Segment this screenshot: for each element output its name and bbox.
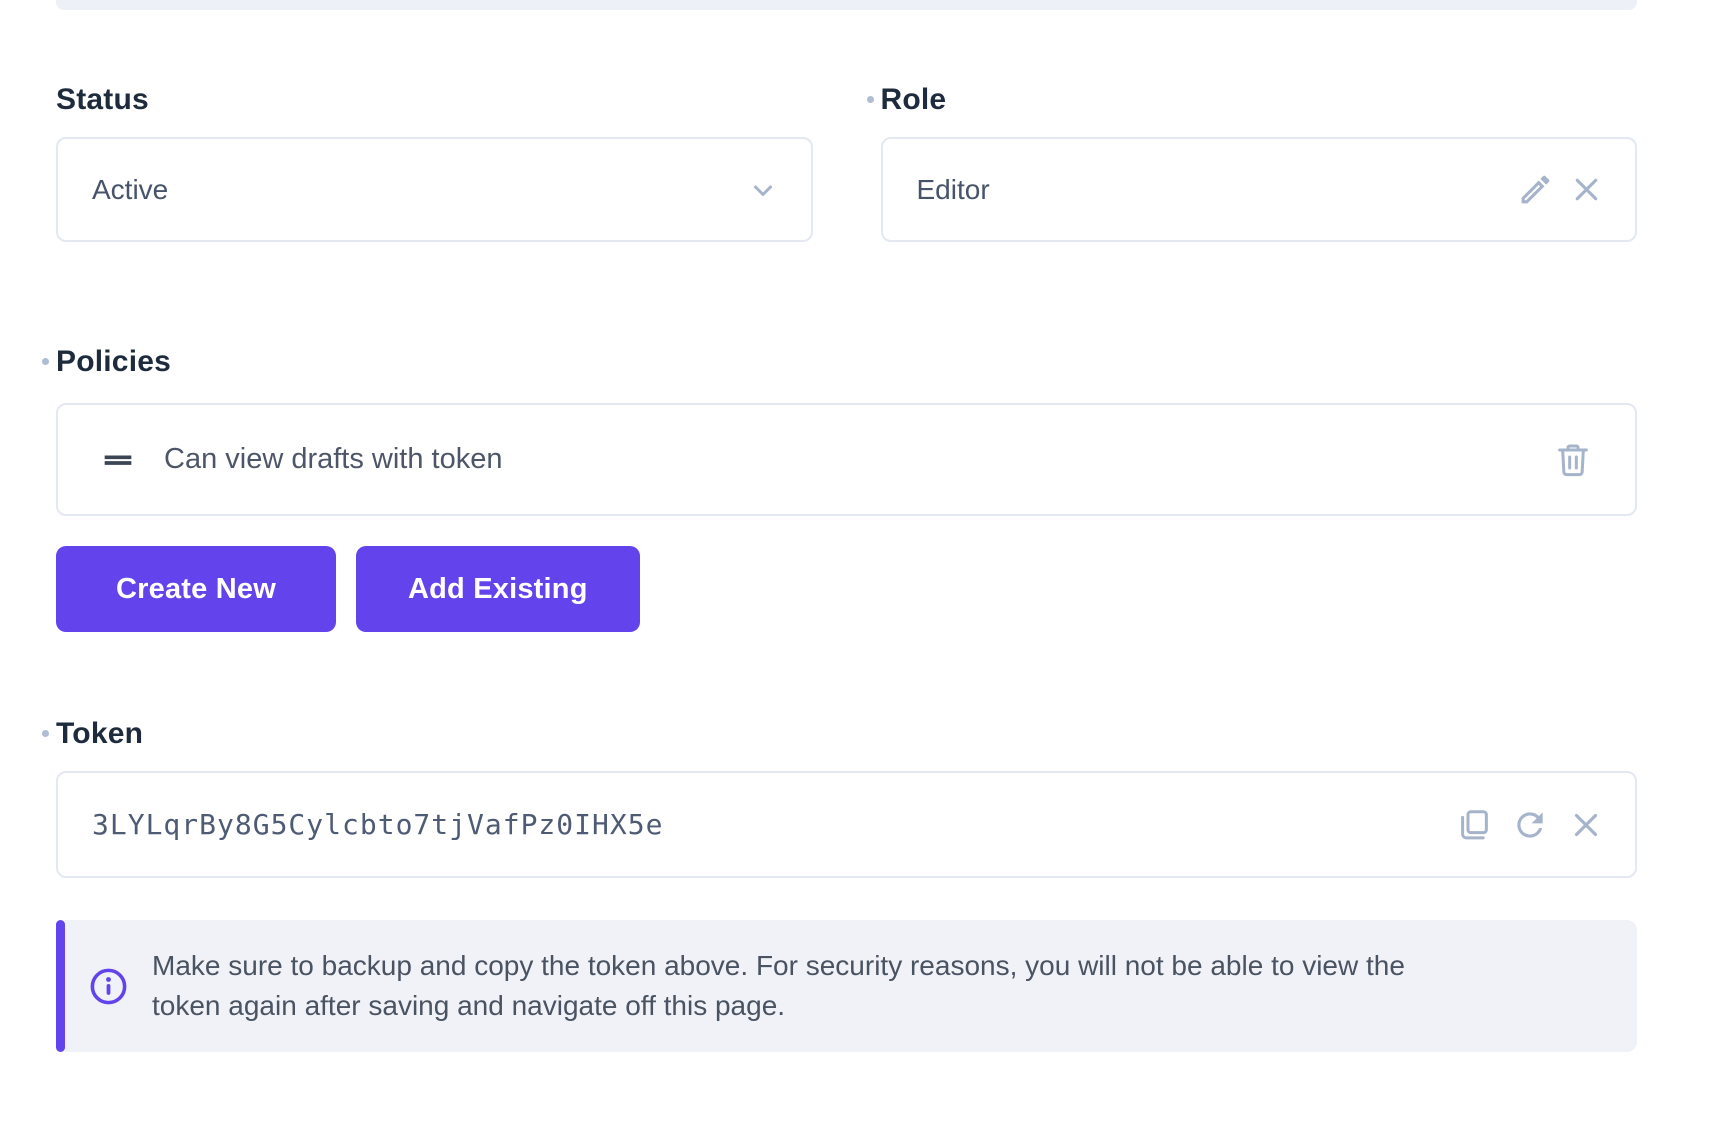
required-dot: [42, 358, 49, 365]
deselect-x-icon[interactable]: [1568, 171, 1605, 208]
previous-field-edge: [56, 0, 1637, 10]
token-input[interactable]: 3LYLqrBy8G5Cylcbto7tjVafPz0IHX5e: [56, 771, 1637, 878]
policy-list-item[interactable]: Can view drafts with token: [56, 403, 1637, 516]
required-dot: [867, 96, 874, 103]
token-actions: [1455, 806, 1605, 844]
token-field-group: Token 3LYLqrBy8G5Cylcbto7tjVafPz0IHX5e: [56, 717, 1637, 1052]
status-field-group: Status Active: [56, 83, 813, 242]
notice-accent-bar: [56, 920, 65, 1052]
role-label: Role: [881, 83, 947, 117]
token-value: 3LYLqrBy8G5Cylcbto7tjVafPz0IHX5e: [92, 808, 1455, 841]
create-new-button[interactable]: Create New: [56, 546, 336, 632]
refresh-icon[interactable]: [1511, 806, 1549, 844]
notice-text: Make sure to backup and copy the token a…: [152, 946, 1422, 1026]
role-input[interactable]: Editor: [881, 137, 1638, 242]
policies-label-row: Policies: [56, 345, 1637, 379]
role-actions: [1517, 171, 1605, 208]
form-panel: Status Active Role Editor: [56, 0, 1637, 1052]
status-select[interactable]: Active: [56, 137, 813, 242]
role-label-row: Role: [881, 83, 1638, 117]
clear-x-icon[interactable]: [1567, 806, 1605, 844]
status-role-row: Status Active Role Editor: [56, 83, 1637, 242]
trash-icon[interactable]: [1553, 440, 1593, 480]
info-circle-icon: [87, 965, 130, 1008]
edit-pencil-icon[interactable]: [1517, 171, 1554, 208]
drag-handle-icon[interactable]: [98, 440, 138, 480]
token-label-row: Token: [56, 717, 1637, 751]
add-existing-button[interactable]: Add Existing: [356, 546, 640, 632]
status-label: Status: [56, 83, 149, 117]
policy-name: Can view drafts with token: [164, 443, 1553, 476]
policies-label: Policies: [56, 345, 171, 379]
role-value: Editor: [917, 174, 1518, 206]
status-label-row: Status: [56, 83, 813, 117]
copy-icon[interactable]: [1455, 806, 1493, 844]
chevron-down-icon[interactable]: [745, 172, 781, 208]
policies-actions: Create New Add Existing: [56, 546, 1637, 632]
token-label: Token: [56, 717, 143, 751]
required-dot: [42, 730, 49, 737]
role-field-group: Role Editor: [881, 83, 1638, 242]
token-notice: Make sure to backup and copy the token a…: [56, 920, 1637, 1052]
status-value: Active: [92, 174, 745, 206]
policies-field-group: Policies Can view drafts with token Crea…: [56, 345, 1637, 632]
